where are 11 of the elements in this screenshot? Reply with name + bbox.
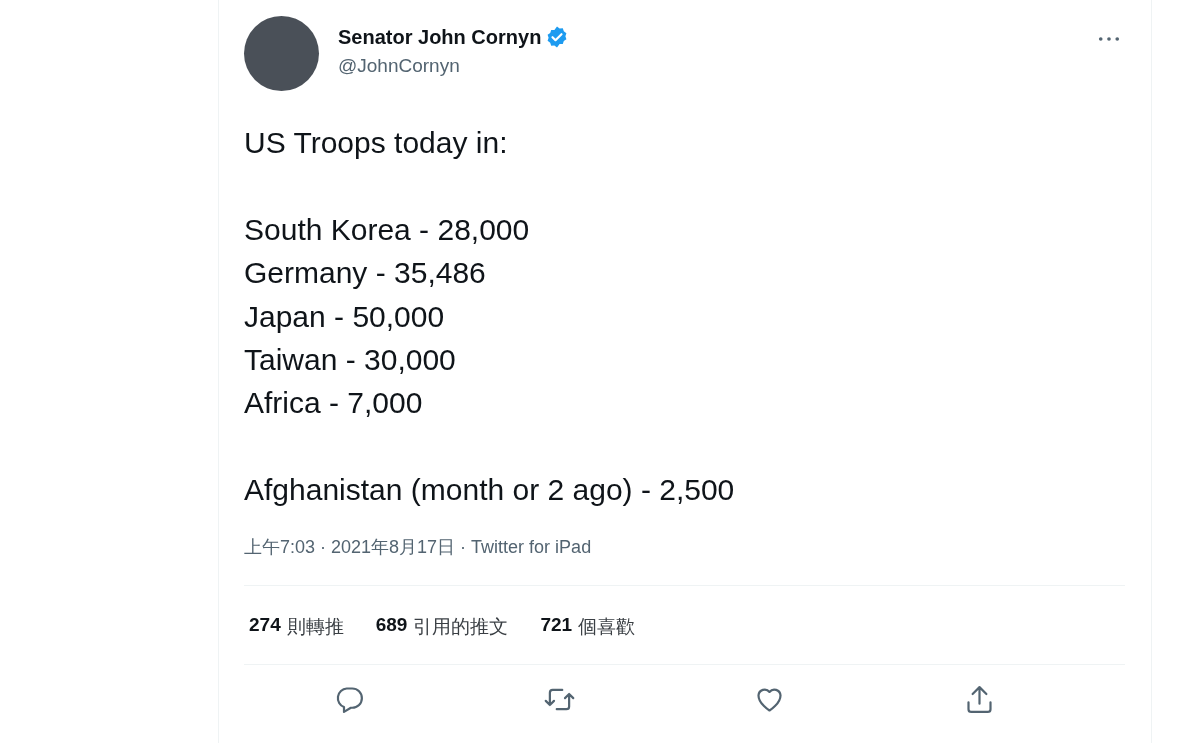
stat-label[interactable]: 個喜歡: [578, 613, 636, 640]
author-handle[interactable]: @JohnCornyn: [338, 55, 1079, 77]
stat-count[interactable]: 689: [375, 613, 408, 640]
tweet-timestamp[interactable]: 上午7:03 · 2021年8月17日 · Twitter for iPad: [244, 534, 1125, 559]
tweet-text: US Troops today in: South Korea - 28,000 Germany - 35,486 Japan - 50,000 Taiwan - 30,000 Africa - 7,000 Afghanistan (month or 2 ago) - 2,500: [244, 125, 736, 509]
author-name[interactable]: Senator John Cornyn: [338, 25, 542, 49]
stat-label[interactable]: 則轉推: [286, 613, 344, 640]
stat-label[interactable]: 引用的推文: [413, 613, 509, 640]
stat-count[interactable]: 721: [540, 613, 573, 640]
stat-count[interactable]: 274: [249, 613, 281, 640]
more-options-icon[interactable]: [1098, 36, 1120, 42]
